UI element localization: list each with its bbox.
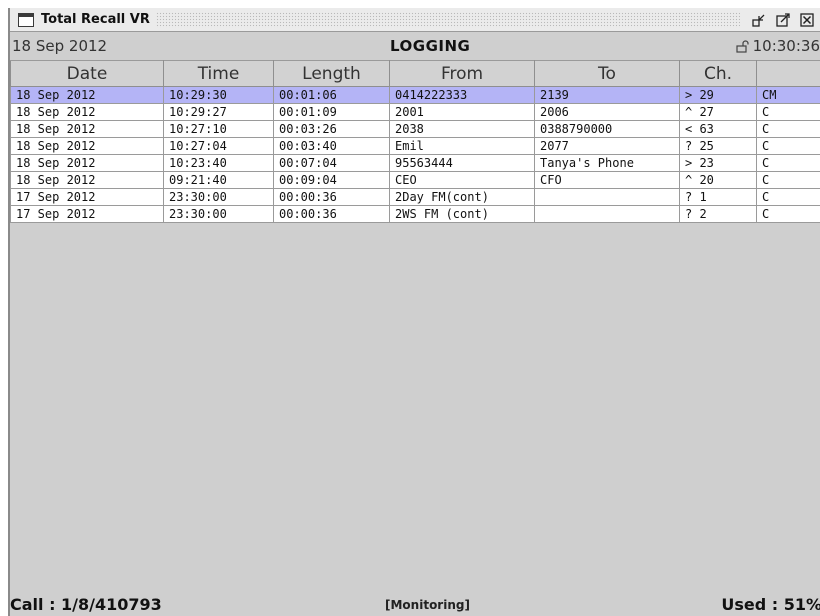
cell-date: 18 Sep 2012 xyxy=(10,103,164,121)
cell-to xyxy=(534,205,680,223)
cell-channel: ? 2 xyxy=(679,205,757,223)
column-header-flags[interactable] xyxy=(756,60,820,87)
cell-length: 00:01:06 xyxy=(273,86,390,104)
restore-icon xyxy=(752,14,765,27)
cell-to: Tanya's Phone xyxy=(534,154,680,172)
window-menu-icon[interactable] xyxy=(18,12,34,27)
window-title: Total Recall VR xyxy=(41,12,150,27)
cell-time: 10:29:30 xyxy=(163,86,274,104)
table-row[interactable]: 18 Sep 2012 10:27:10 00:03:26 2038 03887… xyxy=(10,120,820,138)
cell-to: 2077 xyxy=(534,137,680,155)
cell-date: 18 Sep 2012 xyxy=(10,86,164,104)
cell-length: 00:03:26 xyxy=(273,120,390,138)
call-log-table-area: Date Time Length From To Ch. 18 Sep 2012… xyxy=(10,60,820,588)
clock: 10:30:36 xyxy=(736,37,820,55)
close-icon xyxy=(800,12,814,27)
restore-button[interactable] xyxy=(750,11,768,29)
cell-time: 23:30:00 xyxy=(163,205,274,223)
column-header-channel[interactable]: Ch. xyxy=(679,60,757,87)
cell-time: 10:29:27 xyxy=(163,103,274,121)
cell-to: CFO xyxy=(534,171,680,189)
cell-to: 2006 xyxy=(534,103,680,121)
table-row[interactable]: 18 Sep 2012 10:23:40 00:07:04 95563444 T… xyxy=(10,154,820,172)
cell-channel: ^ 20 xyxy=(679,171,757,189)
column-header-time[interactable]: Time xyxy=(163,60,274,87)
cell-from: 2Day FM(cont) xyxy=(389,188,535,206)
table-row[interactable]: 18 Sep 2012 10:29:30 00:01:06 0414222333… xyxy=(10,86,820,104)
cell-length: 00:00:36 xyxy=(273,205,390,223)
cell-time: 10:23:40 xyxy=(163,154,274,172)
cell-length: 00:07:04 xyxy=(273,154,390,172)
column-header-from[interactable]: From xyxy=(389,60,535,87)
cell-from: 2038 xyxy=(389,120,535,138)
info-bar: 18 Sep 2012 LOGGING 10:30:36 xyxy=(10,33,820,60)
cell-time: 10:27:04 xyxy=(163,137,274,155)
table-row[interactable]: 17 Sep 2012 23:30:00 00:00:36 2WS FM (co… xyxy=(10,205,820,223)
cell-length: 00:00:36 xyxy=(273,188,390,206)
cell-channel: ? 1 xyxy=(679,188,757,206)
cell-from: Emil xyxy=(389,137,535,155)
column-header-to[interactable]: To xyxy=(534,60,680,87)
cell-length: 00:01:09 xyxy=(273,103,390,121)
cell-flag: C xyxy=(756,188,820,206)
cell-flag: CM xyxy=(756,86,820,104)
cell-from: 2WS FM (cont) xyxy=(389,205,535,223)
cell-flag: C xyxy=(756,137,820,155)
lock-icon[interactable] xyxy=(736,39,750,53)
cell-channel: ? 25 xyxy=(679,137,757,155)
table-row[interactable]: 18 Sep 2012 10:29:27 00:01:09 2001 2006 … xyxy=(10,103,820,121)
storage-used: Used : 51% xyxy=(721,595,820,614)
title-bar[interactable]: Total Recall VR xyxy=(10,8,820,32)
cell-date: 18 Sep 2012 xyxy=(10,120,164,138)
table-row[interactable]: 18 Sep 2012 09:21:40 00:09:04 CEO CFO ^ … xyxy=(10,171,820,189)
cell-from: 0414222333 xyxy=(389,86,535,104)
cell-flag: C xyxy=(756,154,820,172)
cell-flag: C xyxy=(756,103,820,121)
table-header-row: Date Time Length From To Ch. xyxy=(10,60,820,87)
mode-label: LOGGING xyxy=(390,37,471,55)
title-bar-grip[interactable] xyxy=(155,11,740,28)
app-window: Total Recall VR 18 Sep 2012 LOGGING 10:3… xyxy=(8,8,820,616)
cell-date: 18 Sep 2012 xyxy=(10,137,164,155)
cell-date: 17 Sep 2012 xyxy=(10,205,164,223)
cell-from: CEO xyxy=(389,171,535,189)
current-date: 18 Sep 2012 xyxy=(12,37,108,55)
cell-to: 2139 xyxy=(534,86,680,104)
table-row[interactable]: 18 Sep 2012 10:27:04 00:03:40 Emil 2077 … xyxy=(10,137,820,155)
cell-length: 00:03:40 xyxy=(273,137,390,155)
current-time: 10:30:36 xyxy=(752,37,820,55)
cell-channel: < 63 xyxy=(679,120,757,138)
call-counter: Call : 1/8/410793 xyxy=(10,595,162,614)
close-button[interactable] xyxy=(798,11,816,29)
column-header-date[interactable]: Date xyxy=(10,60,164,87)
status-bar: Call : 1/8/410793 [Monitoring] Used : 51… xyxy=(10,592,820,616)
column-header-length[interactable]: Length xyxy=(273,60,390,87)
cell-channel: > 29 xyxy=(679,86,757,104)
cell-date: 17 Sep 2012 xyxy=(10,188,164,206)
cell-flag: C xyxy=(756,205,820,223)
cell-from: 95563444 xyxy=(389,154,535,172)
cell-time: 10:27:10 xyxy=(163,120,274,138)
maximize-button[interactable] xyxy=(774,11,792,29)
cell-to: 0388790000 xyxy=(534,120,680,138)
cell-time: 23:30:00 xyxy=(163,188,274,206)
monitoring-status: [Monitoring] xyxy=(385,598,470,612)
cell-channel: ^ 27 xyxy=(679,103,757,121)
table-row[interactable]: 17 Sep 2012 23:30:00 00:00:36 2Day FM(co… xyxy=(10,188,820,206)
cell-date: 18 Sep 2012 xyxy=(10,171,164,189)
cell-flag: C xyxy=(756,120,820,138)
cell-to xyxy=(534,188,680,206)
cell-date: 18 Sep 2012 xyxy=(10,154,164,172)
cell-channel: > 23 xyxy=(679,154,757,172)
cell-from: 2001 xyxy=(389,103,535,121)
maximize-icon xyxy=(776,12,790,27)
cell-flag: C xyxy=(756,171,820,189)
cell-time: 09:21:40 xyxy=(163,171,274,189)
cell-length: 00:09:04 xyxy=(273,171,390,189)
call-log-table: Date Time Length From To Ch. 18 Sep 2012… xyxy=(10,60,820,223)
